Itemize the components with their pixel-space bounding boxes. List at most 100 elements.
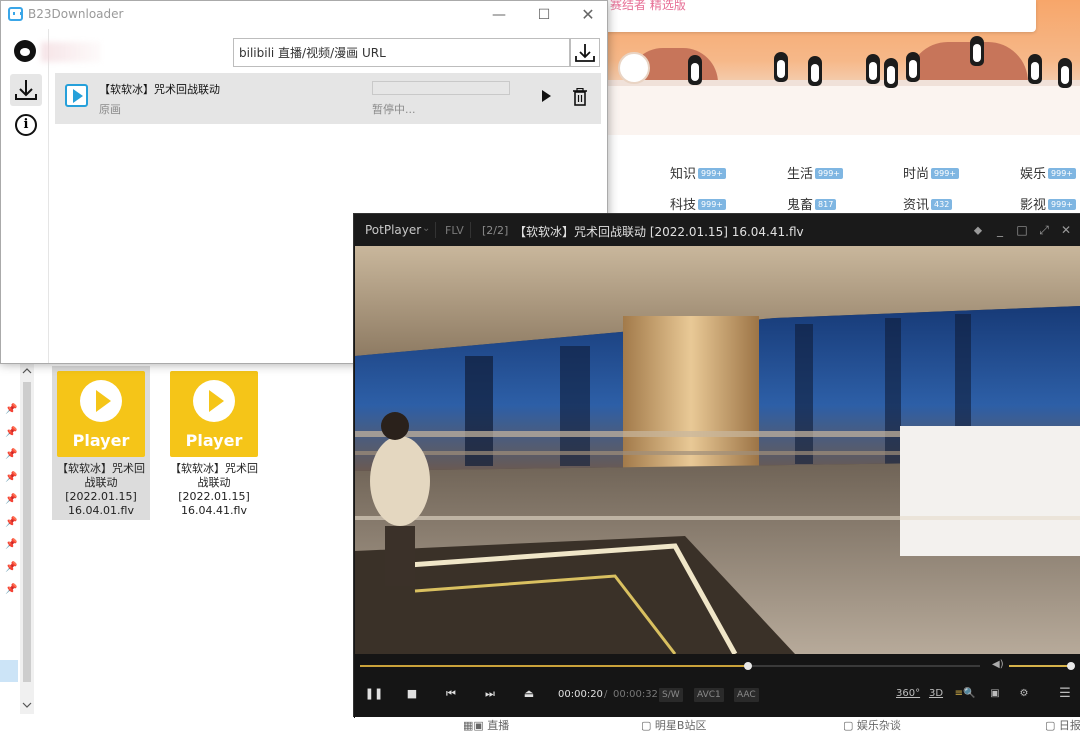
search-playlist-icon[interactable]: ≡🔍 — [954, 685, 976, 703]
pin-icon[interactable]: 📌 — [5, 449, 17, 460]
task-status: 暂停中... — [372, 103, 416, 116]
seek-progress — [360, 665, 748, 667]
nav-label: 生活 — [787, 167, 814, 182]
bottom-item[interactable]: ▢ 娱乐杂谈 — [843, 717, 901, 733]
nav-item-knowledge[interactable]: 知识 999+ — [670, 163, 726, 182]
pin-icon[interactable]: 📌 — [5, 517, 17, 528]
avatar[interactable] — [14, 40, 36, 62]
penguin-icon — [774, 52, 788, 82]
nav-item-film[interactable]: 影视 999+ — [1020, 194, 1076, 213]
download-button[interactable] — [570, 38, 600, 67]
bilibili-bottom-strip: ▦▣ 直播 ▢ 明星B站区 ▢ 娱乐杂谈 ▢ 日报 — [355, 717, 1080, 733]
nav-item-entertainment[interactable]: 娱乐 999+ — [1020, 163, 1076, 182]
nav-pane-selection[interactable] — [0, 660, 18, 682]
audio-codec-tag[interactable]: AAC — [734, 688, 759, 702]
video-codec-tag[interactable]: AVC1 — [694, 688, 724, 702]
nav-label: 知识 — [670, 167, 697, 182]
nav-item-news[interactable]: 资讯 432 — [903, 194, 953, 213]
pin-icon[interactable]: 📌 — [5, 404, 17, 415]
file-item[interactable]: Player 【软软冰】咒术回战联动​[2022.01.15]​16.04.01… — [52, 366, 150, 520]
maximize-button[interactable]: □ — [1013, 222, 1031, 238]
menu-icon[interactable]: ☰ — [1054, 685, 1076, 703]
nav-badge: 999+ — [1048, 168, 1076, 179]
nav-badge: 432 — [931, 199, 953, 210]
video-title: 【软软冰】咒术回战联动 [2022.01.15] 16.04.41.flv — [514, 225, 804, 239]
close-button[interactable]: ✕ — [575, 5, 601, 25]
penguin-icon — [970, 36, 984, 66]
file-name: 【软软冰】咒术回战联动​[2022.01.15]​16.04.41.flv — [170, 462, 258, 517]
previous-button[interactable]: ⏮ — [441, 685, 461, 703]
bottom-item-label: 明星B站区 — [654, 719, 707, 732]
volume-icon[interactable]: ◀) — [992, 659, 1004, 670]
capture-icon[interactable]: ▣ — [984, 685, 1006, 703]
potplayer-file-icon: Player — [57, 371, 145, 457]
nav-item-fashion[interactable]: 时尚 999+ — [903, 163, 959, 182]
pin-icon[interactable]: 📌 — [5, 472, 17, 483]
download-task-row[interactable]: 【软软冰】咒术回战联动 原画 暂停中... — [55, 73, 601, 124]
penguin-icon — [1058, 58, 1072, 88]
tab-downloads[interactable] — [10, 74, 42, 106]
current-time: 00:00:20 — [558, 689, 603, 700]
nav-label: 鬼畜 — [787, 198, 814, 213]
scrollbar-thumb[interactable] — [23, 382, 31, 682]
nav-label: 科技 — [670, 198, 697, 213]
3d-button[interactable]: 3D — [925, 685, 947, 703]
fullscreen-icon[interactable]: ⤢ — [1035, 222, 1053, 238]
video-task-icon — [65, 84, 88, 107]
download-icon — [15, 80, 37, 100]
bottom-item-label: 日报 — [1058, 719, 1080, 732]
pin-icon[interactable]: 📌 — [5, 584, 17, 595]
potplayer-menu-button[interactable]: PotPlayer — [365, 223, 421, 237]
scroll-up-icon[interactable] — [20, 364, 34, 378]
info-icon: i — [23, 117, 29, 132]
grid-icon: ▦▣ — [463, 719, 484, 732]
pin-icon[interactable]: 📌 — [5, 539, 17, 550]
potplayer-file-icon: Player — [170, 371, 258, 457]
nav-item-tech[interactable]: 科技 999+ — [670, 194, 726, 213]
seek-handle[interactable] — [743, 662, 752, 670]
minimize-button[interactable]: _ — [991, 222, 1009, 238]
close-button[interactable]: ✕ — [1057, 222, 1075, 238]
potplayer-window: PotPlayer ⌄ FLV [2/2] 【软软冰】咒术回战联动 [2022.… — [353, 213, 1080, 718]
scroll-down-icon[interactable] — [20, 698, 34, 712]
pin-icon[interactable]: 📌 — [5, 494, 17, 505]
stop-button[interactable]: ■ — [402, 685, 422, 703]
trash-icon[interactable] — [572, 88, 588, 106]
pause-button[interactable]: ❚❚ — [364, 685, 384, 703]
minimize-button[interactable]: — — [486, 5, 512, 25]
pin-icon[interactable]: ⬥ — [969, 222, 987, 238]
nav-item-life[interactable]: 生活 999+ — [787, 163, 843, 182]
bottom-item[interactable]: ▦▣ 直播 — [463, 717, 509, 733]
vr-360-button[interactable]: 360° — [896, 685, 920, 703]
volume-handle[interactable] — [1067, 662, 1075, 670]
next-button[interactable]: ⏭ — [480, 685, 500, 703]
penguin-icon — [906, 52, 920, 82]
tab-about[interactable]: i — [15, 114, 37, 136]
bottom-item[interactable]: ▢ 明星B站区 — [641, 717, 706, 733]
bottom-item[interactable]: ▢ 日报 — [1045, 717, 1080, 733]
nav-pane-scrollbar[interactable] — [20, 362, 34, 714]
volume-slider[interactable] — [1009, 662, 1075, 670]
penguin-icon — [884, 58, 898, 88]
file-explorer: 📌 📌 📌 📌 📌 📌 📌 📌 📌 Player 【软软冰】咒术回战联动​[20… — [0, 362, 355, 733]
gear-icon[interactable]: ⚙ — [1013, 685, 1035, 703]
decoder-tag[interactable]: S/W — [659, 688, 683, 702]
pin-icon[interactable]: 📌 — [5, 427, 17, 438]
url-input[interactable] — [233, 38, 570, 67]
potplayer-titlebar[interactable]: PotPlayer ⌄ FLV [2/2] 【软软冰】咒术回战联动 [2022.… — [354, 214, 1080, 246]
nav-label: 时尚 — [903, 167, 930, 182]
video-frame[interactable] — [355, 246, 1080, 654]
b23-titlebar[interactable]: B23Downloader — ☐ ✕ — [1, 1, 607, 29]
seek-bar[interactable] — [360, 662, 980, 670]
bilibili-tv-icon — [8, 7, 23, 21]
file-item[interactable]: Player 【软软冰】咒术回战联动​[2022.01.15]​16.04.41… — [165, 366, 263, 520]
penguin-icon — [688, 55, 702, 85]
maximize-button[interactable]: ☐ — [531, 5, 557, 25]
chevron-down-icon[interactable]: ⌄ — [422, 223, 430, 234]
resume-play-icon[interactable] — [542, 90, 551, 102]
nav-item-kichiku[interactable]: 鬼畜 817 — [787, 194, 837, 213]
bilibili-page: 赛结者 精选版 知识 999+ 生活 999+ 时尚 999+ 娱乐 999+ 科技 99… — [608, 0, 1080, 215]
eject-button[interactable]: ⏏ — [519, 685, 539, 703]
nav-label: 娱乐 — [1020, 167, 1047, 182]
pin-icon[interactable]: 📌 — [5, 562, 17, 573]
